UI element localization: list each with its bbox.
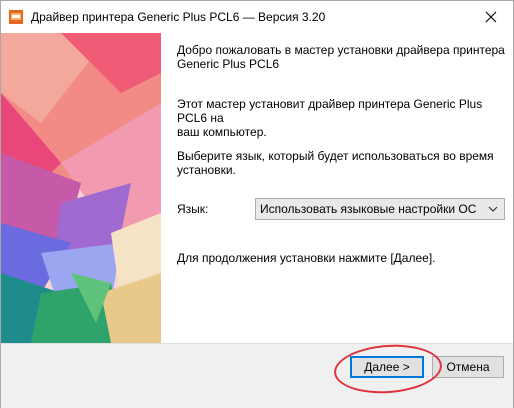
continue-instruction: Для продолжения установки нажмите [Далее… [177, 251, 436, 265]
close-button[interactable] [469, 1, 513, 33]
chevron-down-icon [488, 206, 498, 212]
welcome-line-2: Generic Plus PCL6 [177, 57, 280, 71]
installer-window: Драйвер принтера Generic Plus PCL6 — Вер… [0, 0, 514, 408]
install-line-2: ваш компьютер. [177, 125, 267, 139]
language-instruction: Выберите язык, который будет использоват… [177, 149, 507, 177]
button-bar: Далее > Отмена [1, 341, 513, 408]
language-instruction-line-2: установки. [177, 163, 236, 177]
next-button[interactable]: Далее > [350, 356, 424, 378]
language-label: Язык: [177, 202, 209, 216]
install-description: Этот мастер установит драйвер принтера G… [177, 97, 507, 139]
language-select-value: Использовать языковые настройки ОС [260, 202, 477, 216]
title-bar[interactable]: Драйвер принтера Generic Plus PCL6 — Вер… [1, 1, 513, 33]
window-title: Драйвер принтера Generic Plus PCL6 — Вер… [31, 10, 326, 24]
decorative-banner [1, 33, 161, 343]
language-select[interactable]: Использовать языковые настройки ОС [255, 198, 505, 220]
cancel-button[interactable]: Отмена [432, 356, 504, 378]
welcome-line-1: Добро пожаловать в мастер установки драй… [177, 43, 505, 57]
close-icon [485, 11, 497, 23]
install-line-1: Этот мастер установит драйвер принтера G… [177, 97, 483, 125]
welcome-text: Добро пожаловать в мастер установки драй… [177, 43, 507, 71]
language-instruction-line-1: Выберите язык, который будет использоват… [177, 149, 494, 163]
printer-installer-icon [9, 10, 23, 24]
wizard-content: Добро пожаловать в мастер установки драй… [1, 33, 513, 343]
